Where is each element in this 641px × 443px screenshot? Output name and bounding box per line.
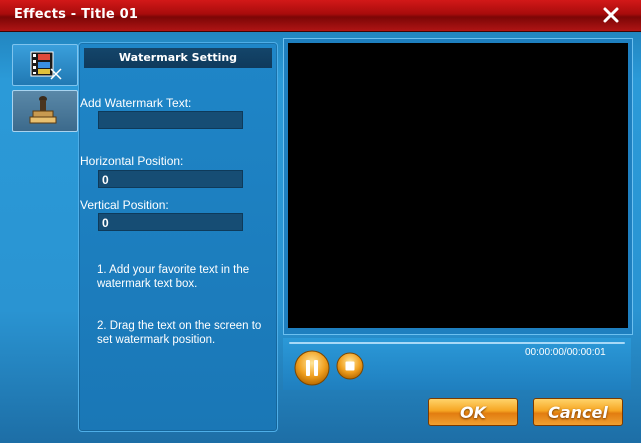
watermark-text-label: Add Watermark Text: <box>80 96 192 110</box>
horizontal-position-input[interactable]: 0 <box>98 170 243 188</box>
instruction-step-2: 2. Drag the text on the screen to set wa… <box>97 320 262 346</box>
tab-video-effects[interactable] <box>12 44 78 86</box>
pause-icon <box>294 350 330 386</box>
panel-title: Watermark Setting <box>84 48 272 68</box>
pause-button[interactable] <box>294 350 330 386</box>
instruction-step-1: 1. Add your favorite text in the waterma… <box>97 264 250 290</box>
effects-window: Effects - Title 01 Watermark Setting Add… <box>0 0 641 443</box>
stop-button[interactable] <box>336 352 364 380</box>
watermark-settings-panel: Watermark Setting Add Watermark Text: Ho… <box>78 42 278 432</box>
cancel-button[interactable]: Cancel <box>533 398 623 426</box>
vertical-position-input[interactable]: 0 <box>98 213 243 231</box>
stop-icon <box>336 352 364 380</box>
watermark-text-input[interactable] <box>98 111 243 129</box>
ok-button[interactable]: OK <box>428 398 518 426</box>
seek-bar[interactable] <box>289 342 625 344</box>
video-preview[interactable] <box>288 43 628 328</box>
window-title: Effects - Title 01 <box>14 7 139 22</box>
vertical-position-label: Vertical Position: <box>80 198 169 212</box>
stamp-icon <box>29 96 57 124</box>
title-bar[interactable]: Effects - Title 01 <box>0 0 641 32</box>
preview-frame <box>283 38 633 335</box>
timecode: 00:00:00/00:00:01 <box>525 347 606 358</box>
horizontal-position-label: Horizontal Position: <box>80 154 184 168</box>
tab-watermark[interactable] <box>12 90 78 132</box>
close-icon[interactable] <box>600 4 622 26</box>
film-icon <box>30 51 62 80</box>
